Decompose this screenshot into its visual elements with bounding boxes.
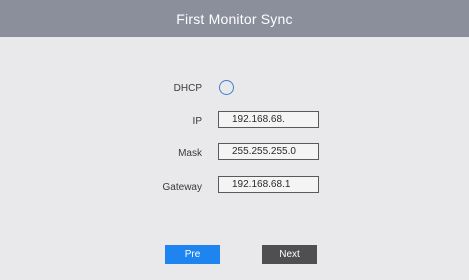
gateway-value: 192.168.68.1	[232, 179, 291, 190]
ip-label: IP	[192, 116, 202, 127]
gateway-label: Gateway	[162, 182, 202, 193]
mask-value: 255.255.255.0	[232, 146, 296, 157]
dhcp-radio[interactable]	[219, 80, 234, 95]
ip-field[interactable]: 192.168.68.	[218, 111, 319, 128]
dhcp-label: DHCP	[173, 83, 202, 94]
mask-label: Mask	[178, 148, 202, 159]
ip-value: 192.168.68.	[232, 114, 285, 125]
next-button[interactable]: Next	[262, 245, 317, 264]
pre-button[interactable]: Pre	[165, 245, 220, 264]
title-bar: First Monitor Sync	[0, 0, 469, 37]
page-title: First Monitor Sync	[176, 10, 293, 27]
sync-screen: First Monitor Sync DHCP IP 192.168.68. M…	[0, 0, 469, 280]
mask-field[interactable]: 255.255.255.0	[218, 143, 319, 160]
gateway-field[interactable]: 192.168.68.1	[218, 176, 319, 193]
